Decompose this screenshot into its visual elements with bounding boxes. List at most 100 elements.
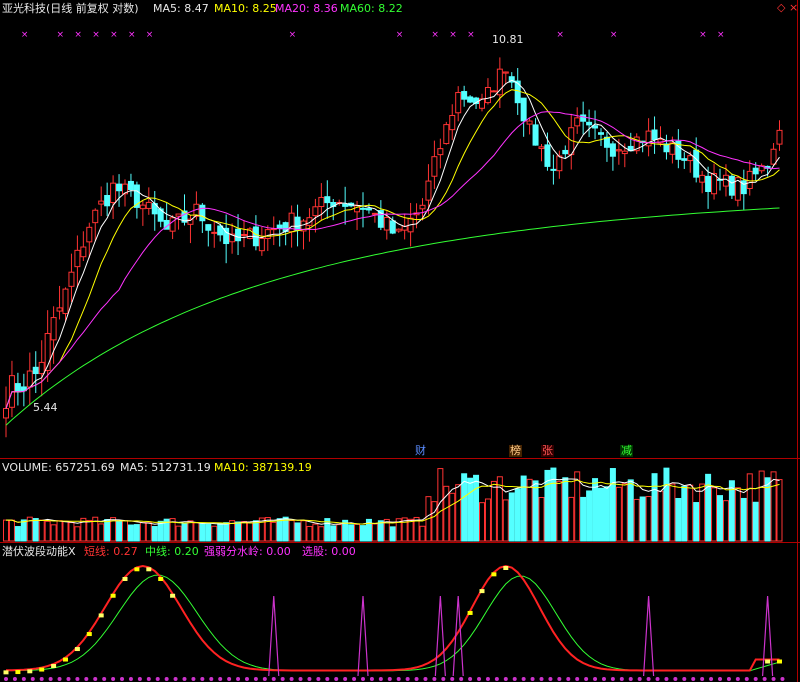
candle-down <box>116 183 123 192</box>
volume-bar-down <box>157 520 164 542</box>
candle-down <box>544 144 551 167</box>
volume-bar-up <box>758 470 765 542</box>
signal-x-marker: × <box>467 30 475 40</box>
signal-x-marker: × <box>449 30 457 40</box>
candle-down <box>127 180 134 191</box>
ridge-dot <box>39 677 44 681</box>
volume-bar-up <box>38 519 45 542</box>
short-line-bar <box>51 664 57 669</box>
volume-bar-up <box>241 521 247 542</box>
signal-x-marker: × <box>110 30 118 40</box>
candle-up <box>770 148 777 165</box>
volume-bar-up <box>526 478 533 542</box>
volume-bar-up <box>455 484 462 542</box>
candle-down <box>592 125 599 129</box>
short-line-bar <box>27 669 33 674</box>
short-line-bar <box>3 670 9 675</box>
volume-bar-up <box>484 498 491 542</box>
candle-up <box>38 361 45 375</box>
ridge-dot <box>244 677 249 681</box>
candle-up <box>687 155 694 162</box>
volume-bar-up <box>496 476 503 542</box>
ridge-dot <box>405 677 410 681</box>
ridge-dot <box>4 677 8 681</box>
ridge-dot <box>298 677 303 681</box>
volume-bar-down <box>348 524 355 542</box>
candle-down <box>294 216 301 231</box>
candle-up <box>776 129 783 145</box>
volume-bar-down <box>360 525 366 542</box>
ma60-line <box>5 207 780 426</box>
volume-bar-up <box>657 490 664 542</box>
volume-bar-down <box>276 518 283 542</box>
ridge-dot <box>378 677 383 681</box>
candle-down <box>324 196 331 204</box>
signal-x-marker: × <box>128 30 136 40</box>
volume-bar-down <box>675 497 682 542</box>
candle-up <box>80 246 87 258</box>
ridge-dot <box>521 677 526 681</box>
volume-bar-up <box>556 480 563 542</box>
volume-bar-down <box>104 519 111 542</box>
ridge-dot <box>744 677 749 681</box>
short-line-bar <box>134 567 140 572</box>
short-line-bar <box>777 659 782 664</box>
ridge-dot <box>182 677 187 681</box>
ridge-dot <box>700 677 705 681</box>
candle-up <box>526 120 533 125</box>
chart-canvas: × × × × × × × × × × × × × × × × <box>3 30 785 681</box>
candle-up <box>621 150 628 155</box>
volume-bar-down <box>294 522 301 542</box>
candle-down <box>705 175 712 192</box>
candle-up <box>490 90 497 93</box>
candle-down <box>104 195 111 207</box>
short-line-bar <box>158 576 164 581</box>
ridge-dot <box>120 677 125 681</box>
ridge-dot <box>557 677 562 681</box>
candle-up <box>211 231 218 234</box>
candle-up <box>98 200 105 205</box>
volume-bar-up <box>3 519 9 542</box>
ridge-dot <box>628 677 633 681</box>
short-line <box>5 564 780 672</box>
ridge-dot <box>664 677 669 681</box>
volume-bar-down <box>627 479 634 542</box>
ridge-dot <box>459 677 464 681</box>
volume-bar-up <box>776 479 783 542</box>
candle-down <box>32 366 39 375</box>
candle-down <box>365 208 372 211</box>
candle-down <box>205 224 212 231</box>
volume-bar-down <box>127 524 134 542</box>
ridge-dot <box>271 677 276 681</box>
candle-up <box>419 204 426 210</box>
volume-bar-up <box>246 522 253 542</box>
volume-bar-down <box>663 467 670 542</box>
ridge-dot <box>485 677 490 681</box>
volume-bar-down <box>580 496 587 542</box>
chart-stage: 亚光科技(日线 前复权 对数) MA5: 8.47 MA10: 8.25 MA2… <box>0 0 800 682</box>
ridge-dot <box>691 677 696 681</box>
ridge-dot <box>762 677 767 681</box>
volume-bar-up <box>44 520 51 542</box>
volume-bar-up <box>746 473 753 542</box>
pick-spike <box>268 595 280 677</box>
candle-down <box>14 383 21 393</box>
ridge-dot <box>102 677 107 681</box>
ridge-dot <box>619 677 624 681</box>
ridge-dot <box>468 677 473 681</box>
ridge-dot <box>173 677 178 681</box>
volume-bar-up <box>193 522 200 542</box>
ridge-dot <box>709 677 714 681</box>
candle-up <box>574 117 581 127</box>
volume-bar-down <box>389 526 396 542</box>
ridge-dot <box>30 677 35 681</box>
ridge-dot <box>655 677 660 681</box>
volume-bar-down <box>532 480 539 542</box>
candle-up <box>746 170 753 189</box>
ridge-dot <box>12 677 17 681</box>
candle-down <box>609 143 616 157</box>
volume-bar-down <box>467 477 474 542</box>
ridge-dot <box>637 677 642 681</box>
volume-bar-up <box>354 523 361 542</box>
candle-up <box>538 146 545 149</box>
